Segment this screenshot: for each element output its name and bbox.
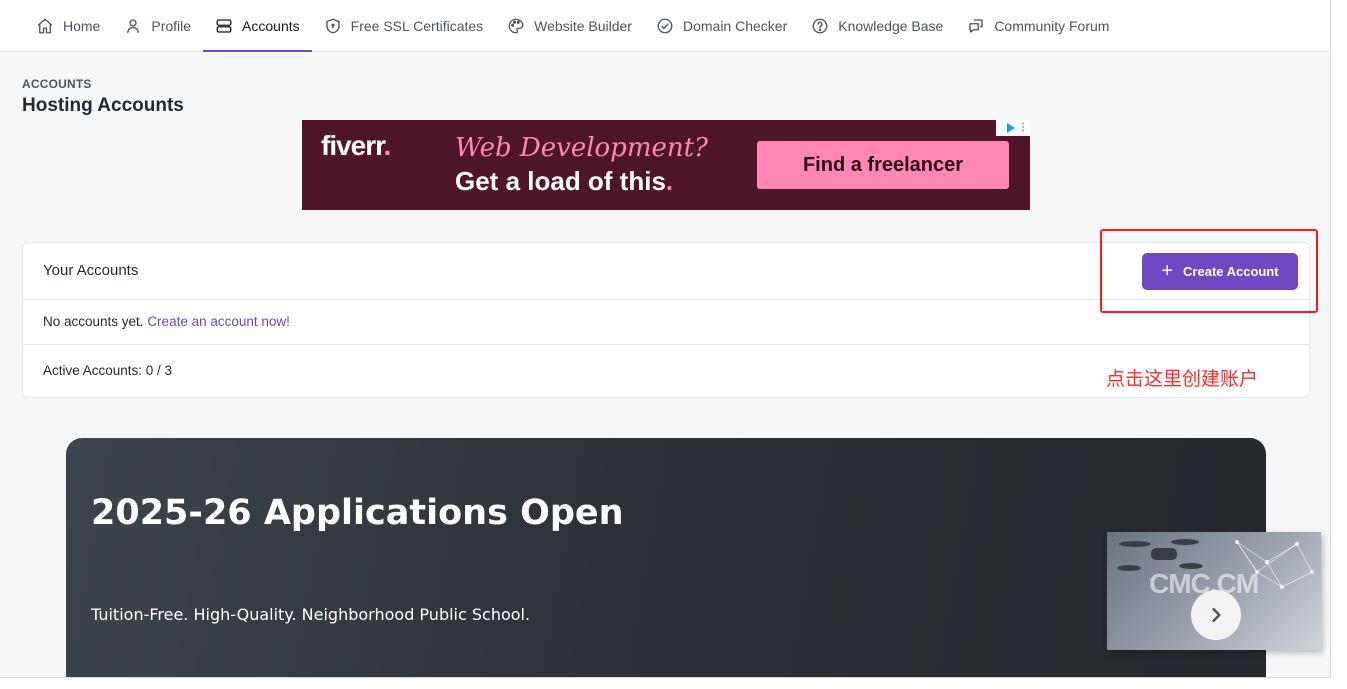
nav-item-label: Profile xyxy=(151,17,192,34)
user-icon xyxy=(127,18,140,33)
nav-item-label: Accounts xyxy=(242,17,300,34)
nav-item-label: Knowledge Base xyxy=(838,17,944,34)
adchoices-badge[interactable]: ⋮ xyxy=(996,120,1030,136)
page-title: Hosting Accounts xyxy=(22,95,184,116)
annotation-highlight-box xyxy=(1100,229,1318,313)
nav-item-label: Free SSL Certificates xyxy=(350,17,484,34)
chevron-right-icon xyxy=(1212,607,1221,623)
ad-cta-button[interactable]: Find a freelancer xyxy=(757,141,1009,189)
nav-item-website-builder[interactable]: Website Builder xyxy=(495,0,644,51)
card-title: Your Accounts xyxy=(43,262,139,279)
annotation-text: 点击这里创建账户 xyxy=(1106,368,1259,390)
question-circle-icon xyxy=(812,18,828,33)
nav-item-profile[interactable]: Profile xyxy=(112,0,203,51)
ad-subline: Get a load of this. xyxy=(455,166,674,196)
next-button[interactable] xyxy=(1191,590,1241,640)
nav-item-knowledge-base[interactable]: Knowledge Base xyxy=(799,0,955,51)
nav-item-label: Website Builder xyxy=(534,17,632,34)
empty-state-message: No accounts yet. Create an account now! xyxy=(43,314,290,329)
divider xyxy=(23,344,1309,345)
adchoices-icon xyxy=(1007,123,1015,133)
active-accounts-count: Active Accounts: 0 / 3 xyxy=(43,363,173,378)
promo-banner[interactable]: 2025-26 Applications Open Tuition-Free. … xyxy=(66,438,1266,677)
more-options-icon: ⋮ xyxy=(1018,122,1028,133)
nav-item-community-forum[interactable]: Community Forum xyxy=(955,0,1121,51)
ad-headline: Web Development? xyxy=(455,133,708,163)
create-account-link[interactable]: Create an account now! xyxy=(147,314,290,329)
home-icon xyxy=(37,18,53,33)
banner-subtitle: Tuition-Free. High-Quality. Neighborhood… xyxy=(91,605,531,624)
palette-icon xyxy=(508,18,524,33)
shield-icon xyxy=(325,18,340,33)
nav-item-label: Community Forum xyxy=(994,17,1110,34)
nav-item-home[interactable]: Home xyxy=(24,0,112,51)
ad-banner[interactable]: fiverr. Web Development? Get a load of t… xyxy=(302,120,1030,210)
server-icon xyxy=(216,18,232,33)
nav-item-free-ssl[interactable]: Free SSL Certificates xyxy=(312,0,496,51)
breadcrumb: ACCOUNTS xyxy=(22,77,92,91)
top-navigation: Home Profile Accounts Free SSL Certifica… xyxy=(0,0,1330,52)
nav-item-label: Domain Checker xyxy=(682,17,788,34)
watermark-thumbnail: CMC.CM xyxy=(1107,532,1321,650)
chat-bubbles-icon xyxy=(969,18,983,33)
nav-item-accounts[interactable]: Accounts xyxy=(203,0,312,52)
fiverr-logo: fiverr. xyxy=(321,130,391,161)
banner-title: 2025-26 Applications Open xyxy=(91,493,624,533)
nav-item-label: Home xyxy=(63,17,101,34)
nav-item-domain-checker[interactable]: Domain Checker xyxy=(644,0,799,51)
check-circle-icon xyxy=(657,18,673,33)
